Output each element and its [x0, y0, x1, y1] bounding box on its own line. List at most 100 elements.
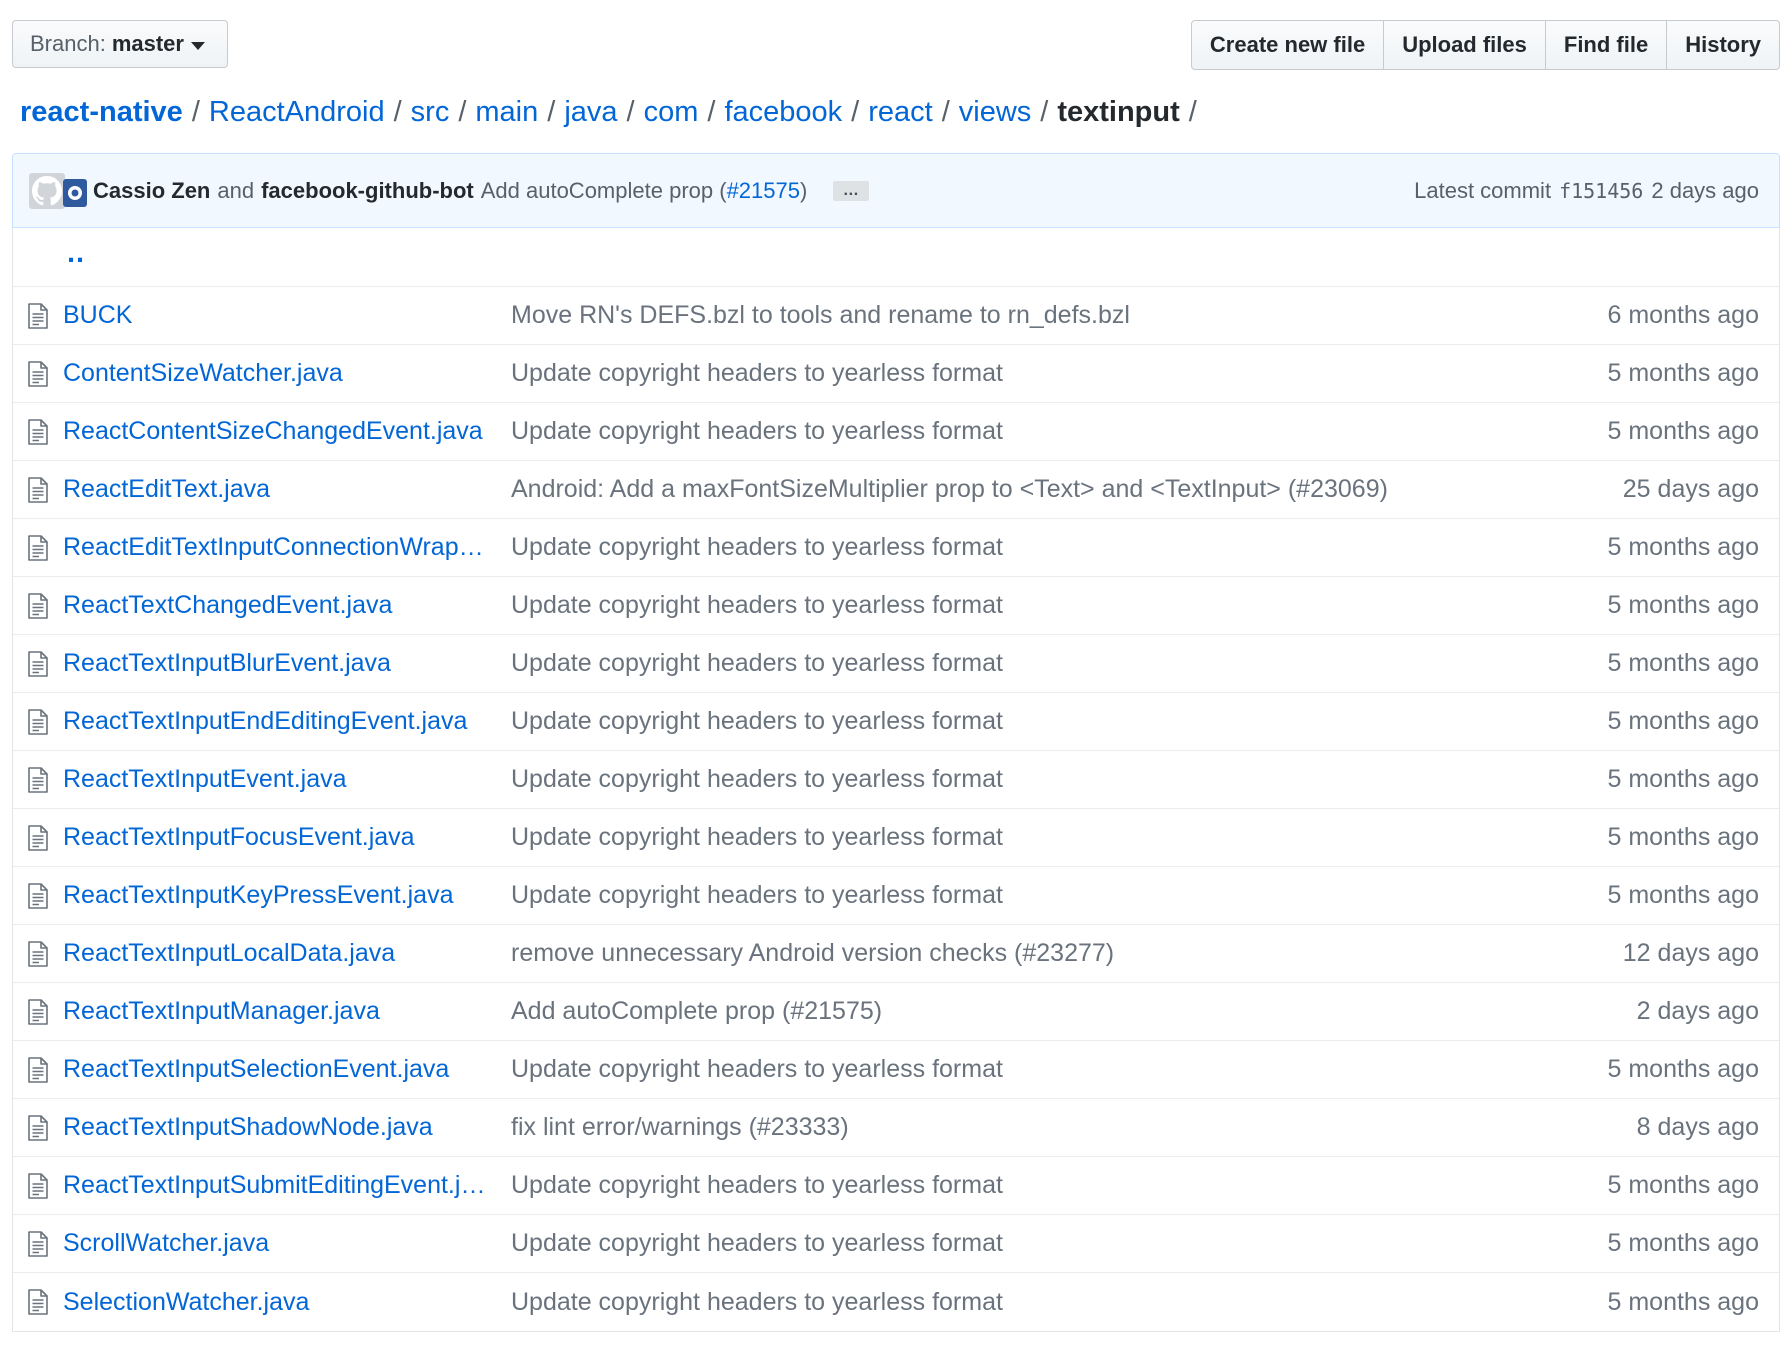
file-name-link[interactable]: ReactTextInputSelectionEvent.java	[63, 1055, 493, 1084]
breadcrumb-link[interactable]: views	[959, 96, 1032, 129]
file-row: ReactTextInputEvent.java Update copyrigh…	[13, 751, 1779, 809]
latest-commit-label: Latest commit	[1414, 177, 1552, 203]
breadcrumb-repo-link[interactable]: react-native	[20, 96, 183, 129]
file-commit-age: 5 months ago	[1607, 533, 1760, 561]
file-name-link[interactable]: SelectionWatcher.java	[63, 1288, 493, 1317]
file-commit-age: 5 months ago	[1607, 1171, 1760, 1199]
file-name-link[interactable]: ReactTextInputLocalData.java	[63, 939, 493, 968]
commit-pr-link[interactable]: #21575	[727, 178, 800, 203]
file-row: ReactTextInputSubmitEditingEvent.java Up…	[13, 1157, 1779, 1215]
breadcrumb: react-native / ReactAndroid / src / main…	[20, 92, 1206, 132]
file-name-link[interactable]: BUCK	[63, 301, 493, 330]
file-commit-message-link[interactable]: Update copyright headers to yearless for…	[511, 359, 1391, 388]
file-icon	[27, 766, 55, 793]
history-button[interactable]: History	[1666, 21, 1779, 69]
commit-message[interactable]: Add autoComplete prop (#21575)	[481, 178, 808, 204]
expand-commit-message-button[interactable]: …	[833, 180, 870, 201]
file-commit-message-link[interactable]: Update copyright headers to yearless for…	[511, 765, 1391, 794]
file-commit-message-link[interactable]: Update copyright headers to yearless for…	[511, 823, 1391, 852]
file-name-link[interactable]: ScrollWatcher.java	[63, 1229, 493, 1258]
file-name-link[interactable]: ReactTextInputShadowNode.java	[63, 1113, 493, 1142]
breadcrumb-separator: /	[707, 95, 716, 128]
file-row: ReactTextInputSelectionEvent.java Update…	[13, 1041, 1779, 1099]
file-commit-age: 5 months ago	[1607, 1287, 1760, 1316]
file-icon	[27, 1114, 55, 1141]
file-name-link[interactable]: ReactTextInputBlurEvent.java	[63, 649, 493, 678]
file-navigation: Branch: master Create new file Upload fi…	[12, 20, 1780, 70]
breadcrumb-link[interactable]: java	[564, 96, 617, 129]
find-file-button[interactable]: Find file	[1544, 21, 1666, 69]
file-row: ContentSizeWatcher.java Update copyright…	[13, 345, 1779, 403]
file-commit-message-link[interactable]: Android: Add a maxFontSizeMultiplier pro…	[511, 475, 1391, 504]
file-commit-age: 2 days ago	[1636, 997, 1759, 1025]
file-commit-message-link[interactable]: Update copyright headers to yearless for…	[511, 533, 1391, 562]
file-commit-message-link[interactable]: Update copyright headers to yearless for…	[511, 1171, 1391, 1200]
latest-commit-bar: Cassio Zen and facebook-github-bot Add a…	[12, 153, 1780, 228]
breadcrumb-separator: /	[1040, 95, 1049, 128]
file-name-link[interactable]: ReactTextInputEvent.java	[63, 765, 493, 794]
breadcrumb-link[interactable]: ReactAndroid	[209, 96, 385, 129]
file-name-link[interactable]: ReactEditTextInputConnectionWrapper.java	[63, 533, 493, 562]
file-icon	[27, 940, 55, 967]
file-commit-age: 6 months ago	[1607, 301, 1760, 329]
file-commit-message-link[interactable]: fix lint error/warnings (#23333)	[511, 1113, 1391, 1142]
breadcrumb-link[interactable]: src	[411, 96, 450, 129]
avatar[interactable]	[29, 172, 65, 209]
file-icon	[27, 1230, 55, 1257]
file-icon	[27, 418, 55, 445]
file-commit-message-link[interactable]: Update copyright headers to yearless for…	[511, 649, 1391, 678]
file-name-link[interactable]: ReactEditText.java	[63, 475, 493, 504]
file-commit-message-link[interactable]: Add autoComplete prop (#21575)	[511, 997, 1391, 1026]
repo-file-browser: Branch: master Create new file Upload fi…	[0, 0, 1792, 1346]
file-name-link[interactable]: ReactTextInputFocusEvent.java	[63, 823, 493, 852]
file-commit-message-link[interactable]: Move RN's DEFS.bzl to tools and rename t…	[511, 301, 1391, 330]
file-name-link[interactable]: ReactTextInputSubmitEditingEvent.java	[63, 1171, 493, 1200]
bot-avatar[interactable]	[63, 178, 87, 207]
file-rows: BUCK Move RN's DEFS.bzl to tools and ren…	[13, 287, 1779, 1331]
file-commit-message-link[interactable]: Update copyright headers to yearless for…	[511, 1229, 1391, 1258]
breadcrumb-link[interactable]: facebook	[724, 96, 842, 129]
file-commit-message-link[interactable]: Update copyright headers to yearless for…	[511, 881, 1391, 910]
file-commit-message-link[interactable]: Update copyright headers to yearless for…	[511, 591, 1391, 620]
file-name-link[interactable]: ReactTextInputKeyPressEvent.java	[63, 881, 493, 910]
upload-files-button[interactable]: Upload files	[1383, 21, 1545, 69]
file-name-link[interactable]: ReactContentSizeChangedEvent.java	[63, 417, 493, 446]
file-commit-message-link[interactable]: remove unnecessary Android version check…	[511, 939, 1391, 968]
breadcrumb-link[interactable]: main	[475, 96, 538, 129]
github-octocat-icon	[32, 175, 62, 205]
file-icon	[27, 882, 55, 909]
breadcrumb-separator: /	[458, 95, 467, 128]
file-name-link[interactable]: ContentSizeWatcher.java	[63, 359, 493, 388]
file-commit-message-link[interactable]: Update copyright headers to yearless for…	[511, 1055, 1391, 1084]
breadcrumb-link[interactable]: react	[868, 96, 932, 129]
file-name-link[interactable]: ReactTextChangedEvent.java	[63, 591, 493, 620]
file-icon	[27, 1289, 55, 1315]
file-commit-message-link[interactable]: Update copyright headers to yearless for…	[511, 417, 1391, 446]
file-commit-age: 25 days ago	[1622, 475, 1759, 503]
commit-author-link[interactable]: Cassio Zen	[93, 178, 210, 204]
branch-select-button[interactable]: Branch: master	[12, 20, 228, 68]
file-commit-age: 5 months ago	[1607, 1229, 1760, 1257]
breadcrumb-link[interactable]: com	[644, 96, 699, 129]
file-name-link[interactable]: ReactTextInputManager.java	[63, 997, 493, 1026]
file-commit-message-link[interactable]: Update copyright headers to yearless for…	[511, 707, 1391, 736]
file-icon	[27, 1056, 55, 1083]
file-row: ReactTextInputManager.java Add autoCompl…	[13, 983, 1779, 1041]
file-commit-age: 5 months ago	[1607, 649, 1760, 677]
file-icon	[27, 650, 55, 677]
file-icon	[27, 592, 55, 619]
commit-committer-link[interactable]: facebook-github-bot	[261, 178, 474, 204]
commit-message-end: )	[799, 177, 808, 203]
file-commit-age: 5 months ago	[1607, 707, 1760, 735]
file-icon	[27, 1172, 55, 1199]
commit-sha-link[interactable]: f151456	[1559, 179, 1643, 203]
breadcrumb-current: textinput	[1057, 95, 1180, 128]
file-icon	[27, 998, 55, 1025]
file-commit-message-link[interactable]: Update copyright headers to yearless for…	[511, 1288, 1391, 1317]
file-name-link[interactable]: ReactTextInputEndEditingEvent.java	[63, 707, 493, 736]
parent-directory-link[interactable]: ..	[67, 237, 85, 270]
create-new-file-button[interactable]: Create new file	[1192, 21, 1383, 69]
breadcrumb-separator: /	[941, 95, 950, 128]
file-commit-age: 5 months ago	[1607, 823, 1760, 851]
commit-meta: Latest commit f151456 2 days ago	[1414, 178, 1759, 204]
